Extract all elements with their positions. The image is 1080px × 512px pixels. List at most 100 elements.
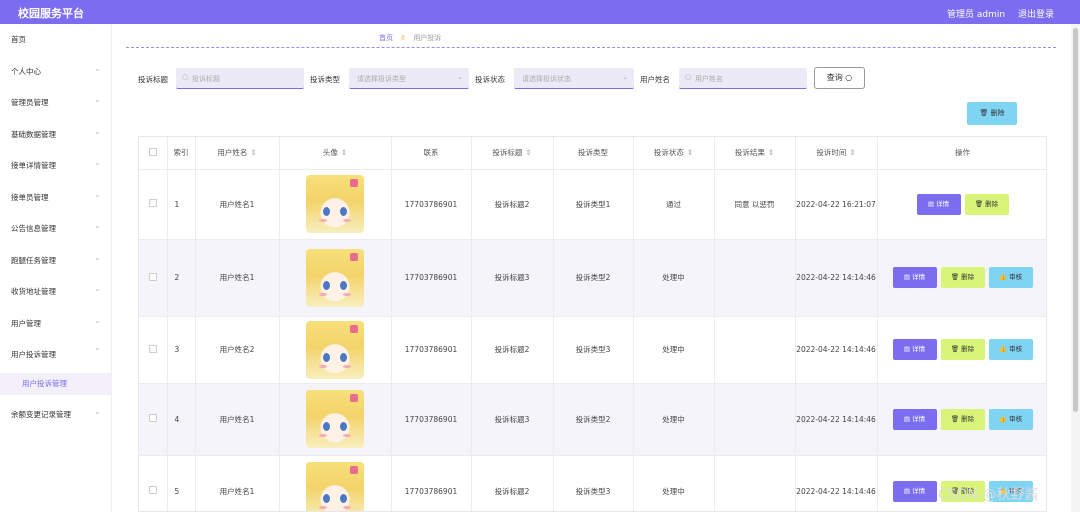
sidebar-item-addresses[interactable]: 收货地址管理 ⌄ <box>0 281 112 301</box>
sidebar-item-profile[interactable]: 个人中心 ⌄ <box>0 61 112 81</box>
detail-icon: ▤ <box>903 345 911 353</box>
row-status: 通过 <box>633 169 715 240</box>
sidebar-item-home[interactable]: 首页 <box>0 29 112 49</box>
detail-button[interactable]: ▤ 详情 <box>916 193 961 215</box>
row-contact: 17703786901 <box>391 239 472 317</box>
detail-icon: ▤ <box>927 199 935 208</box>
sidebar-item-label: 接单员管理 <box>11 193 49 202</box>
row-select-cell <box>139 239 168 317</box>
table-row: 5 用户姓名1 17703786901 投诉标题2 投诉类型3 处理中 2022… <box>139 455 1046 511</box>
chevron-down-icon: ⌄ <box>94 407 101 416</box>
row-name: 用户姓名1 <box>195 383 280 456</box>
filter-status-label: 投诉状态 <box>475 75 505 84</box>
row-title: 投诉标题2 <box>471 316 554 384</box>
row-type: 投诉类型1 <box>553 169 634 240</box>
row-checkbox[interactable] <box>148 344 157 353</box>
user-name-placeholder: 用户姓名 <box>695 75 723 83</box>
avatar <box>306 248 364 307</box>
delete-button[interactable]: 🗑 删除 <box>940 408 985 430</box>
row-contact: 17703786901 <box>391 455 472 511</box>
detail-button[interactable]: ▤ 详情 <box>892 480 937 502</box>
chevron-down-icon: ⌄ <box>94 284 101 293</box>
avatar <box>306 390 364 448</box>
sidebar-subitem-complaints[interactable]: 用户投诉管理 <box>0 373 112 395</box>
trash-icon: 🗑 <box>974 199 984 208</box>
batch-delete-button[interactable]: 🗑 删除 <box>967 102 1017 125</box>
row-checkbox[interactable] <box>148 486 157 494</box>
row-status: 处理中 <box>633 239 715 317</box>
detail-icon: ▤ <box>903 486 911 495</box>
header-title[interactable]: 投诉标题 ⇕ <box>471 137 554 170</box>
header-result[interactable]: 投诉结果 ⇕ <box>714 137 796 170</box>
sidebar-item-errands[interactable]: 跑腿任务管理 ⌄ <box>0 250 112 270</box>
detail-button[interactable]: ▤ 详情 <box>892 339 937 360</box>
row-status: 处理中 <box>633 383 715 456</box>
review-button[interactable]: 👍 审核 <box>988 267 1033 288</box>
detail-button[interactable]: ▤ 详情 <box>892 267 937 288</box>
user-name-input[interactable]: ○ 用户姓名 <box>679 68 807 89</box>
review-button[interactable]: 👍 审核 <box>988 408 1033 430</box>
sidebar-item-notices[interactable]: 公告信息管理 ⌄ <box>0 218 112 238</box>
sidebar-item-basic-data[interactable]: 基础数据管理 ⌄ <box>0 124 112 144</box>
row-checkbox[interactable] <box>148 199 157 207</box>
complaint-title-input[interactable]: ○ 投诉标题 <box>176 68 304 89</box>
review-button-label: 审核 <box>1009 414 1023 423</box>
chevron-down-icon: ⌄ <box>94 127 101 136</box>
row-title: 投诉标题2 <box>471 455 554 511</box>
trash-icon: 🗑 <box>950 414 960 423</box>
sidebar-item-order-details[interactable]: 接单详情管理 ⌄ <box>0 155 112 175</box>
row-actions: ▤ 详情 🗑 删除 👍 审核 <box>877 239 1046 317</box>
header-name[interactable]: 用户姓名 ⇕ <box>195 137 280 170</box>
complaints-table: 索引 用户姓名 ⇕ 头像 ⇕ 联系 投诉标题 ⇕ 投诉类型 投诉状态 ⇕ 投诉结果 ⇕ 投… <box>138 136 1047 512</box>
row-title: 投诉标题3 <box>471 383 554 456</box>
search-icon: ○ <box>685 73 692 81</box>
scrollbar-thumb[interactable] <box>1073 28 1078 412</box>
chevron-down-icon: ⌄ <box>457 73 463 81</box>
header-status[interactable]: 投诉状态 ⇕ <box>633 137 715 170</box>
row-time: 2022-04-22 16:21:07 <box>795 169 878 240</box>
delete-button[interactable]: 🗑 删除 <box>940 267 985 288</box>
row-avatar-cell <box>279 239 392 317</box>
row-avatar-cell <box>279 316 392 384</box>
search-icon: ○ <box>182 73 189 81</box>
sidebar-item-couriers[interactable]: 接单员管理 ⌄ <box>0 187 112 207</box>
chevron-down-icon: ⌄ <box>94 64 101 73</box>
header-avatar[interactable]: 头像 ⇕ <box>279 137 392 170</box>
row-checkbox[interactable] <box>148 414 157 422</box>
complaint-title-placeholder: 投诉标题 <box>192 75 220 83</box>
detail-button-label: 详情 <box>912 486 926 495</box>
trash-icon: 🗑 <box>979 109 989 117</box>
delete-button[interactable]: 🗑 删除 <box>964 193 1009 215</box>
select-all-checkbox[interactable] <box>148 147 157 156</box>
review-button-label: 审核 <box>1009 345 1023 353</box>
header-avatar-label: 头像 <box>322 148 338 158</box>
sort-icon: ⇕ <box>849 148 856 158</box>
chevron-up-icon: ⌃ <box>94 347 101 356</box>
row-time: 2022-04-22 14:14:46 <box>795 455 878 511</box>
header-time[interactable]: 投诉时间 ⇕ <box>795 137 878 170</box>
thumbs-up-icon: 👍 <box>998 414 1007 423</box>
header-time-label: 投诉时间 <box>816 148 847 158</box>
sidebar-item-balance-log[interactable]: 余额变更记录管理 ⌄ <box>0 404 112 424</box>
sidebar-item-label: 用户管理 <box>11 319 41 328</box>
sidebar-item-admins[interactable]: 管理员管理 ⌄ <box>0 92 112 112</box>
search-icon: ○ <box>845 73 853 82</box>
header-status-label: 投诉状态 <box>653 148 684 158</box>
sidebar-item-complaints[interactable]: 用户投诉管理 ⌃ <box>0 344 112 364</box>
chevron-down-icon: ⌄ <box>94 190 101 199</box>
sidebar-item-label: 首页 <box>11 35 26 44</box>
sidebar-item-users[interactable]: 用户管理 ⌄ <box>0 313 112 333</box>
query-button[interactable]: 查询 ○ <box>814 67 865 89</box>
logout-link[interactable]: 退出登录 <box>1018 7 1054 20</box>
detail-button[interactable]: ▤ 详情 <box>892 408 937 430</box>
detail-icon: ▤ <box>903 273 911 281</box>
complaint-status-select[interactable]: 请选择投诉状态 ⌄ <box>514 68 634 89</box>
review-button[interactable]: 👍 审核 <box>988 339 1033 360</box>
delete-button[interactable]: 🗑 删除 <box>940 339 985 360</box>
row-type: 投诉类型3 <box>553 455 634 511</box>
review-button-label: 审核 <box>1009 273 1023 281</box>
complaint-type-select[interactable]: 请选择投诉类型 ⌄ <box>349 68 469 89</box>
breadcrumb-home[interactable]: 首页 <box>379 34 393 42</box>
row-result: 同意 以惩罚 <box>714 169 796 240</box>
row-checkbox[interactable] <box>148 272 157 281</box>
